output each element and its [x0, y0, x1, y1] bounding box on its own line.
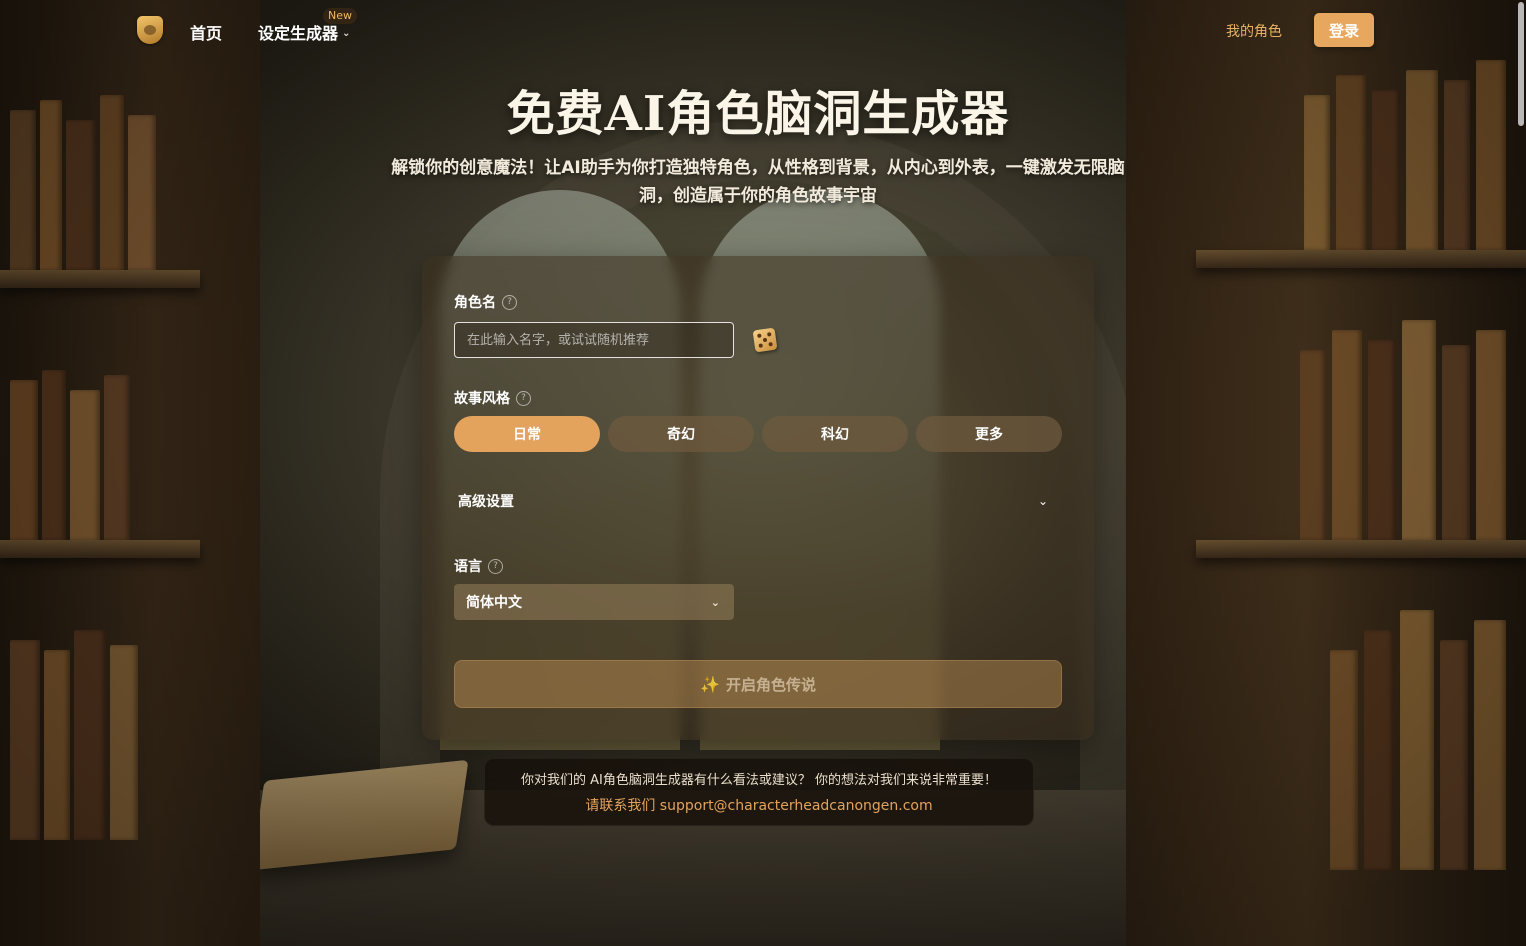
feedback-box: 你对我们的 AI角色脑洞生成器有什么看法或建议？ 你的想法对我们来说非常重要！ … [484, 758, 1034, 826]
character-name-input[interactable] [454, 322, 734, 358]
language-label-text: 语言 [454, 559, 482, 575]
generator-form-card: 角色名 ? 故事风格 ? 日常 奇幻 科幻 更多 高级设置 ⌄ 语言 ? 简体中… [422, 256, 1094, 740]
style-label-text: 故事风格 [454, 391, 510, 407]
shield-logo-icon[interactable] [137, 16, 163, 44]
sparkle-icon: ✨ [700, 674, 720, 694]
language-field-label: 语言 ? [454, 556, 503, 576]
advanced-settings-toggle[interactable]: 高级设置 ⌄ [454, 486, 1062, 516]
top-navbar: 首页 New 设定生成器 ⌄ 我的角色 登录 [0, 0, 1526, 62]
feedback-text: 你对我们的 AI角色脑洞生成器有什么看法或建议？ 你的想法对我们来说非常重要！ [521, 773, 997, 788]
help-icon[interactable]: ? [516, 390, 531, 406]
name-label-text: 角色名 [454, 295, 496, 311]
contact-email-link[interactable]: 请联系我们 support@characterheadcanongen.com [485, 795, 1033, 815]
chevron-down-icon: ⌄ [710, 595, 720, 609]
login-button[interactable]: 登录 [1314, 13, 1374, 47]
language-select-value: 简体中文 [466, 595, 522, 611]
my-roles-link[interactable]: 我的角色 [1226, 21, 1282, 41]
style-option-fantasy[interactable]: 奇幻 [608, 416, 754, 452]
language-select[interactable]: 简体中文 ⌄ [454, 584, 734, 620]
help-icon[interactable]: ? [488, 558, 503, 574]
start-legend-button[interactable]: ✨ 开启角色传说 [454, 660, 1062, 708]
nav-generator-dropdown[interactable]: 设定生成器 ⌄ [258, 20, 350, 44]
dice-icon[interactable] [752, 327, 778, 353]
chevron-down-icon: ⌄ [342, 27, 351, 39]
start-legend-label: 开启角色传说 [725, 675, 816, 694]
help-icon[interactable]: ? [502, 294, 517, 310]
advanced-settings-label: 高级设置 [458, 494, 514, 510]
name-field-label: 角色名 ? [454, 292, 517, 312]
scrollbar-thumb[interactable] [1518, 2, 1524, 126]
page-title: 免费AI角色脑洞生成器 [506, 86, 1010, 142]
page-scrollbar[interactable] [1516, 0, 1526, 946]
chevron-down-icon: ⌄ [1037, 494, 1048, 508]
page-subtitle: 解锁你的创意魔法！让AI助手为你打造独特角色，从性格到背景，从内心到外表，一键激… [391, 158, 1125, 206]
nav-home-link[interactable]: 首页 [190, 20, 222, 44]
nav-generator-label: 设定生成器 [258, 24, 339, 43]
story-style-label: 故事风格 ? [454, 388, 531, 408]
style-option-scifi[interactable]: 科幻 [762, 416, 908, 452]
style-option-more[interactable]: 更多 [916, 416, 1062, 452]
style-option-daily[interactable]: 日常 [454, 416, 600, 452]
